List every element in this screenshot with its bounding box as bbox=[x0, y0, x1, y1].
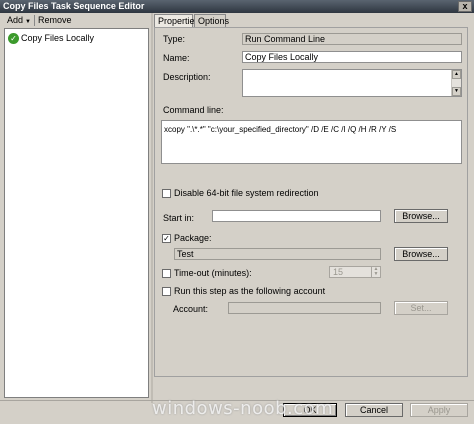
command-line-input[interactable]: xcopy ".\*.*" "c:\your_specified_directo… bbox=[161, 120, 462, 164]
chevron-down-icon: ▼ bbox=[25, 19, 31, 25]
apply-button[interactable]: Apply bbox=[410, 403, 468, 417]
green-check-icon: ✓ bbox=[8, 33, 19, 45]
timeout-checkbox[interactable] bbox=[162, 269, 171, 278]
close-icon: x bbox=[462, 1, 468, 11]
tab-options[interactable]: Options bbox=[194, 14, 229, 27]
run-as-label: Run this step as the following account bbox=[174, 286, 326, 296]
timeout-label: Time-out (minutes): bbox=[174, 268, 252, 278]
package-checkbox[interactable]: ✓ bbox=[162, 234, 171, 243]
watermark: windows-noob.com bbox=[152, 398, 334, 419]
command-line-text: xcopy ".\*.*" "c:\your_specified_directo… bbox=[164, 125, 397, 134]
account-input[interactable] bbox=[228, 302, 381, 314]
start-in-label: Start in: bbox=[163, 213, 195, 223]
type-label: Type: bbox=[163, 34, 186, 44]
package-browse-button[interactable]: Browse... bbox=[394, 247, 448, 261]
tree-item-label: Copy Files Locally bbox=[21, 33, 95, 43]
task-sequence-tree[interactable]: ✓ Copy Files Locally bbox=[4, 28, 149, 398]
scroll-down-icon[interactable]: ▼ bbox=[452, 87, 461, 96]
scroll-up-icon[interactable]: ▲ bbox=[452, 70, 461, 79]
timeout-value: 15 bbox=[333, 267, 344, 277]
toolbar-divider bbox=[34, 15, 35, 26]
description-label: Description: bbox=[163, 72, 211, 82]
start-in-input[interactable] bbox=[212, 210, 381, 222]
stepper-arrows-icon[interactable]: ▲ ▼ bbox=[371, 267, 380, 277]
disable-64bit-label: Disable 64-bit file system redirection bbox=[174, 188, 319, 198]
name-input[interactable]: Copy Files Locally bbox=[242, 51, 462, 63]
close-button[interactable]: x bbox=[458, 1, 472, 12]
window-title: Copy Files Task Sequence Editor bbox=[3, 1, 145, 11]
account-label: Account: bbox=[173, 304, 209, 314]
package-value: Test bbox=[174, 248, 381, 260]
title-bar: Copy Files Task Sequence Editor x bbox=[0, 0, 474, 13]
pane-splitter[interactable] bbox=[151, 13, 153, 403]
set-account-button[interactable]: Set... bbox=[394, 301, 448, 315]
disable-64bit-checkbox[interactable] bbox=[162, 189, 171, 198]
cancel-button[interactable]: Cancel bbox=[345, 403, 403, 417]
run-as-checkbox[interactable] bbox=[162, 287, 171, 296]
start-in-browse-button[interactable]: Browse... bbox=[394, 209, 448, 223]
add-label: Add bbox=[7, 15, 24, 25]
package-label: Package: bbox=[174, 233, 212, 243]
remove-button[interactable]: Remove bbox=[38, 15, 72, 26]
add-menu-button[interactable]: Add ▼ bbox=[7, 15, 31, 26]
type-value: Run Command Line bbox=[242, 33, 462, 45]
name-label: Name: bbox=[163, 53, 190, 63]
timeout-stepper[interactable]: 15 ▲ ▼ bbox=[329, 266, 381, 278]
properties-panel: Type: Run Command Line Name: Copy Files … bbox=[154, 27, 468, 377]
tab-properties[interactable]: Properties bbox=[154, 14, 199, 27]
description-scrollbar[interactable]: ▲ ▼ bbox=[451, 70, 461, 96]
description-input[interactable]: ▲ ▼ bbox=[242, 69, 462, 97]
tree-item-copy-files-locally[interactable]: ✓ Copy Files Locally bbox=[8, 32, 95, 45]
command-line-label: Command line: bbox=[163, 105, 224, 115]
toolbar: Add ▼ Remove bbox=[0, 13, 152, 28]
